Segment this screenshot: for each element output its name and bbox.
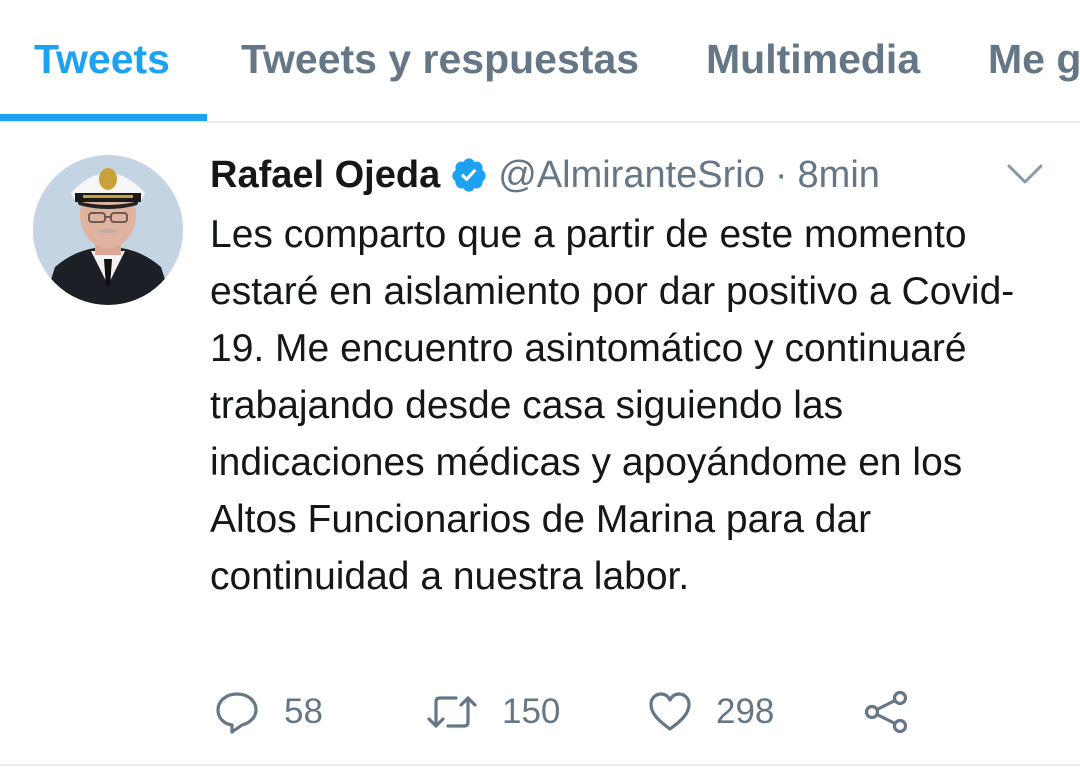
- tab-media[interactable]: Multimedia: [706, 36, 920, 83]
- share-button[interactable]: [862, 682, 910, 742]
- retweet-button[interactable]: 150: [426, 682, 560, 742]
- divider: [0, 764, 1080, 766]
- avatar[interactable]: [33, 155, 183, 305]
- tab-tweets[interactable]: Tweets: [34, 36, 170, 83]
- active-tab-indicator: [0, 114, 207, 121]
- retweet-icon: [426, 692, 478, 732]
- reply-button[interactable]: 58: [214, 682, 323, 742]
- tweet-actions: 58 150 298: [0, 682, 1080, 742]
- reply-count: 58: [284, 692, 323, 731]
- tab-likes[interactable]: Me g: [988, 36, 1080, 83]
- author-name[interactable]: Rafael Ojeda: [210, 154, 440, 197]
- verified-badge-icon: [450, 156, 488, 194]
- header-separator: ·: [774, 153, 788, 196]
- retweet-count: 150: [502, 692, 561, 731]
- reply-icon: [214, 689, 260, 735]
- heart-icon: [648, 691, 692, 733]
- tab-tweets-and-replies[interactable]: Tweets y respuestas: [241, 36, 639, 83]
- tweet-text: Les comparto que a partir de este moment…: [210, 213, 1015, 598]
- like-count: 298: [716, 692, 775, 731]
- tweet-header: Rafael Ojeda @AlmiranteSrio · 8min: [210, 151, 880, 199]
- profile-tabs: Tweets Tweets y respuestas Multimedia Me…: [0, 0, 1080, 123]
- avatar-image: [33, 155, 183, 305]
- share-icon: [862, 690, 910, 734]
- like-button[interactable]: 298: [648, 682, 774, 742]
- author-handle[interactable]: @AlmiranteSrio: [498, 154, 765, 197]
- chevron-down-icon[interactable]: [1004, 160, 1046, 188]
- tweet-timestamp[interactable]: 8min: [798, 154, 880, 197]
